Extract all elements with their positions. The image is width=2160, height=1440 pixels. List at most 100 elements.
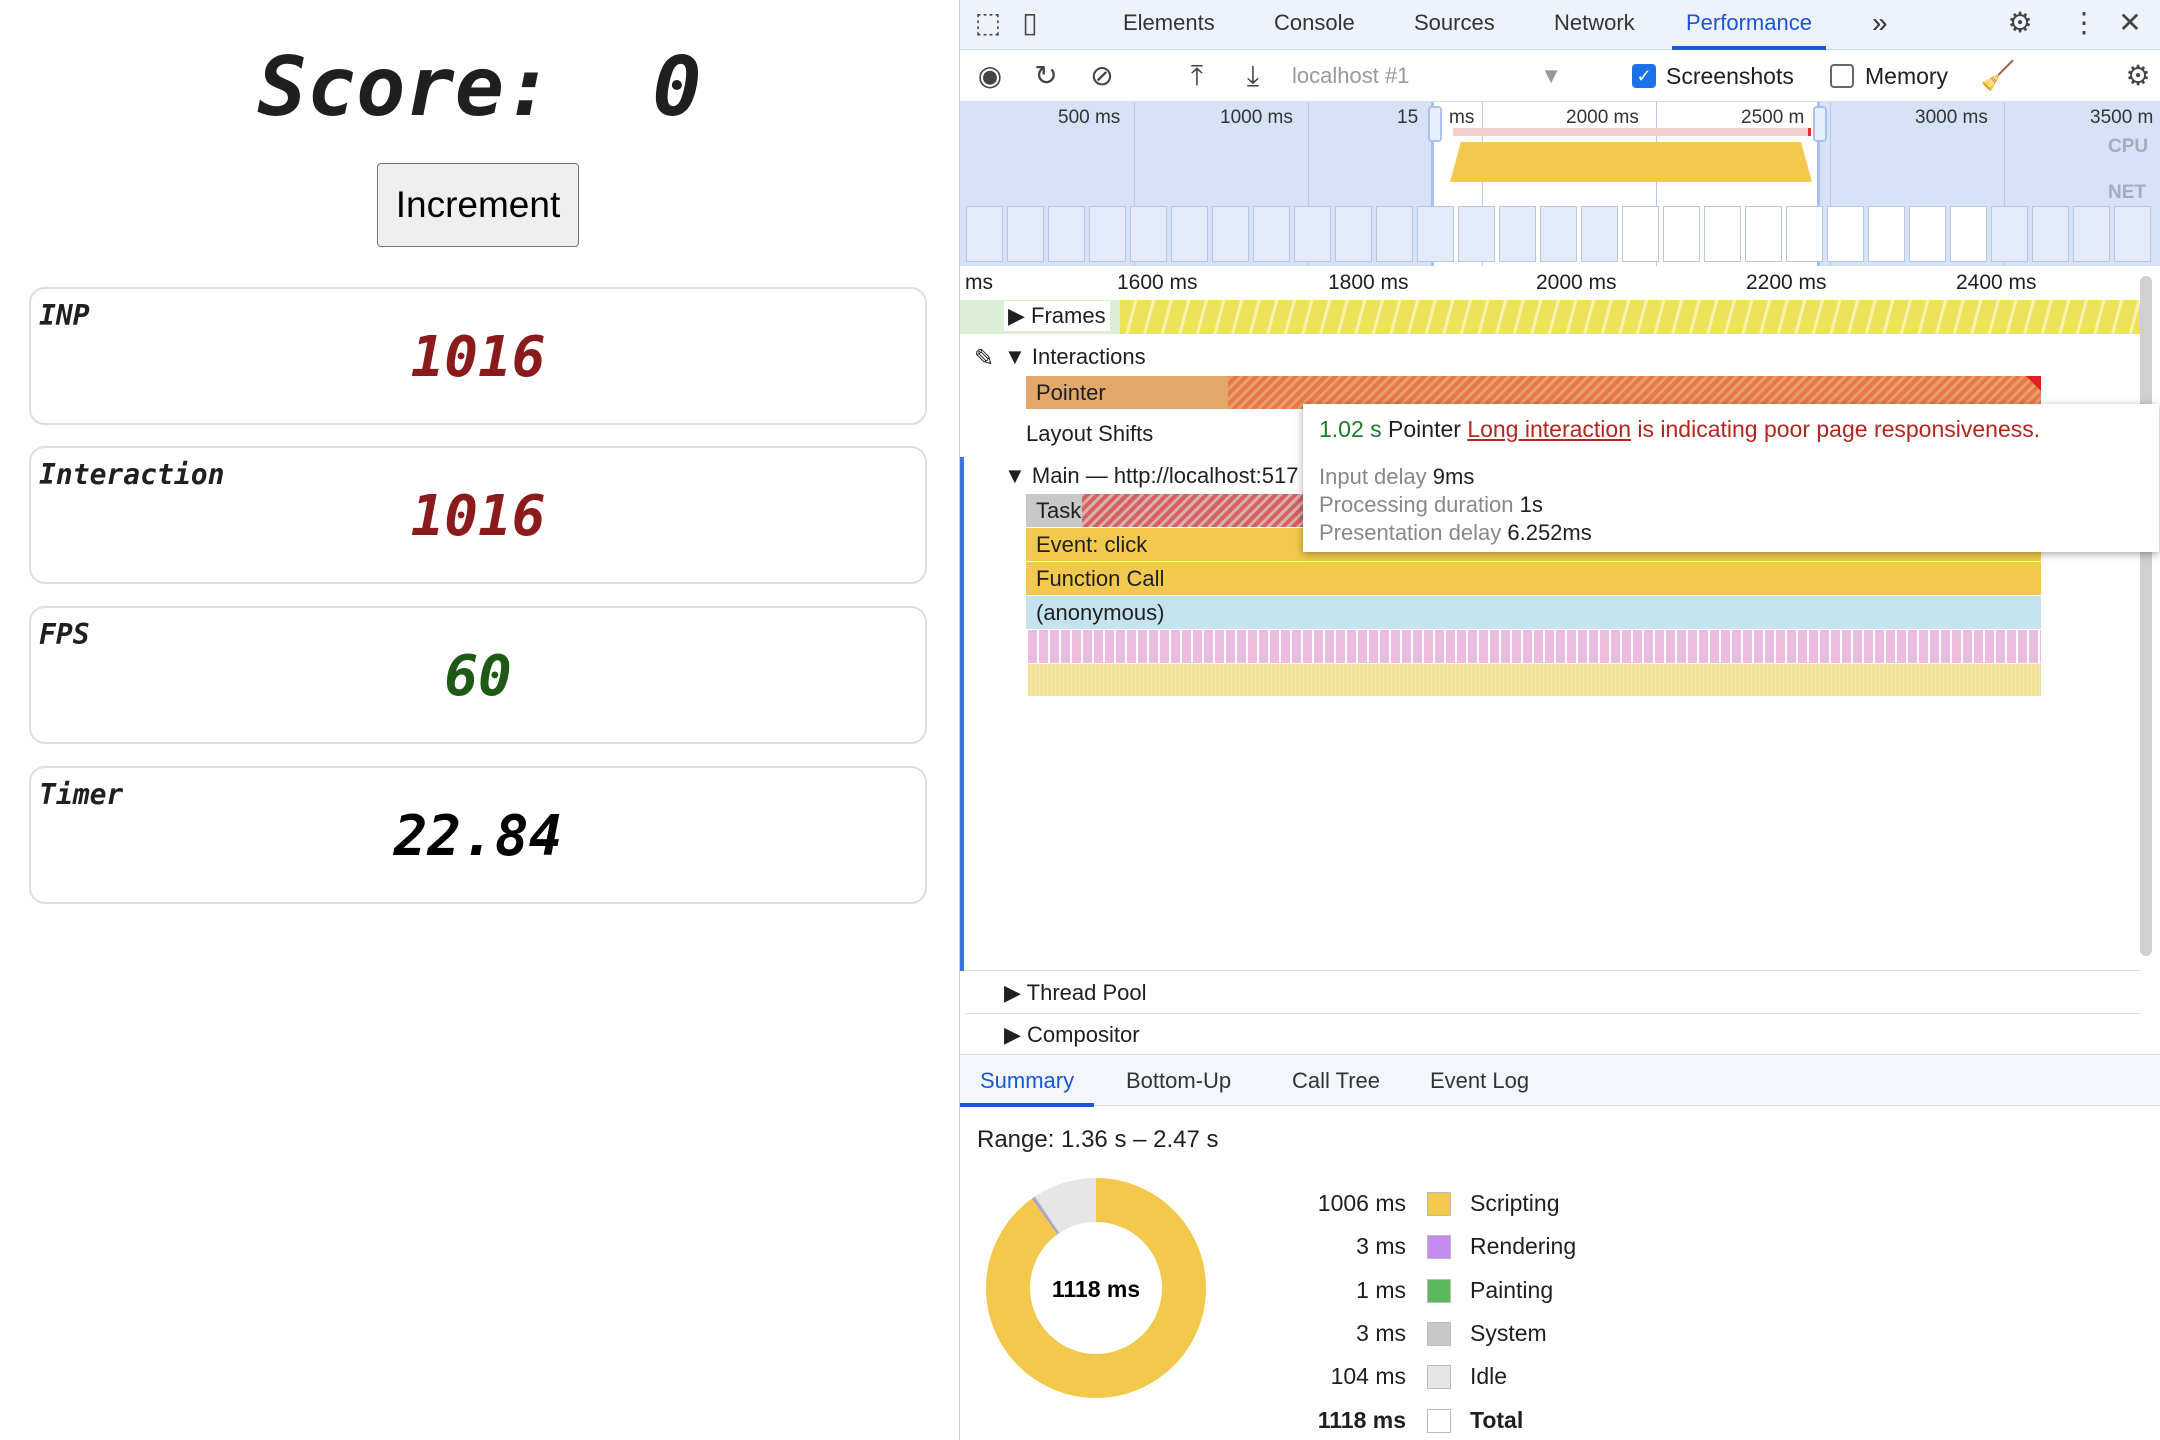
record-icon[interactable]: ◉ — [970, 50, 1010, 102]
screenshot-thumbnail[interactable] — [2114, 206, 2151, 262]
main-track-label[interactable]: ▼ Main — http://localhost:517 — [1004, 463, 1299, 489]
legend-value: 104 ms — [1330, 1363, 1406, 1390]
screenshot-thumbnail[interactable] — [1581, 206, 1618, 262]
edit-pencil-icon[interactable]: ✎ — [974, 344, 994, 373]
screenshot-thumbnail[interactable] — [966, 206, 1003, 262]
screenshot-thumbnail[interactable] — [1253, 206, 1290, 262]
frames-track-label[interactable]: ▶ Frames — [1004, 301, 1110, 331]
interactions-track-label[interactable]: ▼ Interactions — [1004, 344, 1146, 370]
long-interaction-link[interactable]: Long interaction — [1467, 416, 1631, 442]
inspect-element-icon[interactable]: ⬚ — [968, 0, 1008, 46]
screenshot-thumbnail[interactable] — [1376, 206, 1413, 262]
clear-icon[interactable]: ⊘ — [1082, 50, 1122, 102]
screenshot-thumbnail[interactable] — [1417, 206, 1454, 262]
long-task-marker — [1453, 128, 1811, 136]
screenshot-thumbnail[interactable] — [1745, 206, 1782, 262]
more-tabs-icon[interactable]: » — [1872, 0, 1888, 50]
screenshot-thumbnail[interactable] — [1458, 206, 1495, 262]
ruler-tick: 2200 ms — [1746, 271, 1827, 294]
ruler-tick: 2000 ms — [1536, 271, 1617, 294]
screenshots-filmstrip — [960, 206, 2160, 264]
close-icon[interactable]: ✕ — [2115, 0, 2145, 46]
score-label: Score: — [257, 40, 554, 135]
inp-card: INP 1016 — [29, 287, 927, 425]
net-label: NET — [2108, 182, 2146, 203]
settings-gear-icon[interactable]: ⚙ — [2000, 0, 2040, 46]
screenshot-thumbnail[interactable] — [1048, 206, 1085, 262]
screenshot-thumbnail[interactable] — [1130, 206, 1167, 262]
frames-track[interactable] — [960, 300, 2140, 334]
screenshot-thumbnail[interactable] — [1499, 206, 1536, 262]
tab-summary[interactable]: Summary — [960, 1055, 1095, 1107]
reload-record-icon[interactable]: ↻ — [1026, 50, 1066, 102]
timer-card: Timer 22.84 — [29, 766, 927, 904]
tab-call-tree[interactable]: Call Tree — [1292, 1055, 1380, 1107]
device-toolbar-icon[interactable]: ▯ — [1010, 0, 1050, 46]
target-select[interactable]: localhost #1 ▼ — [1292, 50, 1562, 102]
screenshot-thumbnail[interactable] — [1212, 206, 1249, 262]
screenshot-thumbnail[interactable] — [1007, 206, 1044, 262]
card-value: 22.84 — [393, 804, 563, 869]
overview-tick: 500 ms — [1058, 107, 1121, 128]
score-display: Score: 0 — [0, 40, 959, 135]
legend-value: 1118 ms — [1317, 1406, 1406, 1433]
increment-button[interactable]: Increment — [377, 163, 579, 247]
memory-label: Memory — [1865, 63, 1949, 89]
capture-settings-gear-icon[interactable]: ⚙ — [2120, 50, 2156, 102]
screenshot-thumbnail[interactable] — [1991, 206, 2028, 262]
tooltip-message: is indicating poor page responsiveness. — [1631, 416, 2041, 442]
tab-sources[interactable]: Sources — [1414, 0, 1495, 50]
tab-elements[interactable]: Elements — [1123, 0, 1215, 50]
tab-network[interactable]: Network — [1554, 0, 1635, 50]
memory-checkbox[interactable] — [1830, 64, 1854, 88]
tab-performance[interactable]: Performance — [1672, 0, 1826, 50]
screenshot-thumbnail[interactable] — [2032, 206, 2069, 262]
screenshot-thumbnail[interactable] — [1950, 206, 1987, 262]
screenshot-thumbnail[interactable] — [1663, 206, 1700, 262]
target-label: localhost #1 — [1292, 63, 1410, 88]
card-value: 1016 — [410, 325, 546, 390]
details-tab-bar: Summary Bottom-Up Call Tree Event Log — [960, 1054, 2160, 1107]
screenshot-thumbnail[interactable] — [1909, 206, 1946, 262]
layout-shifts-track-label[interactable]: Layout Shifts — [1026, 421, 1153, 447]
function-call-bar[interactable]: Function Call — [1026, 562, 2041, 595]
screenshot-thumbnail[interactable] — [2073, 206, 2110, 262]
legend-swatch — [1427, 1235, 1451, 1260]
legend-swatch — [1427, 1192, 1451, 1216]
screenshot-thumbnail[interactable] — [1540, 206, 1577, 262]
screenshot-thumbnail[interactable] — [1704, 206, 1741, 262]
processing-row: Processing duration 1s — [1319, 491, 2143, 519]
screenshot-thumbnail[interactable] — [1868, 206, 1905, 262]
screenshot-thumbnail[interactable] — [1089, 206, 1126, 262]
presentation-row: Presentation delay 6.252ms — [1319, 519, 2143, 547]
anonymous-bar[interactable]: (anonymous) — [1026, 596, 2041, 629]
screenshot-thumbnail[interactable] — [1622, 206, 1659, 262]
screenshot-thumbnail[interactable] — [1335, 206, 1372, 262]
download-icon[interactable]: ⤓ — [1233, 50, 1273, 102]
timeline-scrollbar[interactable] — [2140, 276, 2152, 956]
upload-icon[interactable]: ⤒ — [1177, 50, 1217, 102]
screenshots-checkbox[interactable]: ✓ — [1632, 64, 1656, 88]
devtools-panel: ⬚ ▯ Elements Console Sources Network Per… — [959, 0, 2160, 1440]
processing-value: 1s — [1519, 492, 1543, 517]
compositor-track-label[interactable]: ▶ Compositor — [1004, 1022, 1140, 1048]
screenshot-thumbnail[interactable] — [1786, 206, 1823, 262]
kebab-menu-icon[interactable]: ⋮ — [2070, 0, 2098, 46]
nested-calls-bar-2[interactable] — [1028, 664, 2041, 696]
screenshot-thumbnail[interactable] — [1171, 206, 1208, 262]
thread-pool-track-label[interactable]: ▶ Thread Pool — [1004, 980, 1147, 1006]
nested-calls-bar[interactable] — [1028, 630, 2041, 663]
tab-console[interactable]: Console — [1274, 0, 1355, 50]
screenshot-thumbnail[interactable] — [1294, 206, 1331, 262]
tab-bottom-up[interactable]: Bottom-Up — [1126, 1055, 1231, 1107]
overview-tick: 2500 m — [1741, 107, 1805, 128]
selection-handle-left[interactable] — [1428, 106, 1442, 142]
tab-event-log[interactable]: Event Log — [1430, 1055, 1529, 1107]
screenshot-thumbnail[interactable] — [1827, 206, 1864, 262]
selection-handle-right[interactable] — [1813, 106, 1827, 142]
legend-swatch — [1427, 1365, 1451, 1390]
legend-swatch — [1427, 1278, 1451, 1303]
overview-tick: 1000 ms — [1220, 107, 1293, 128]
garbage-collect-broom-icon[interactable]: 🧹 — [1980, 50, 2016, 102]
legend-swatch — [1427, 1408, 1451, 1433]
